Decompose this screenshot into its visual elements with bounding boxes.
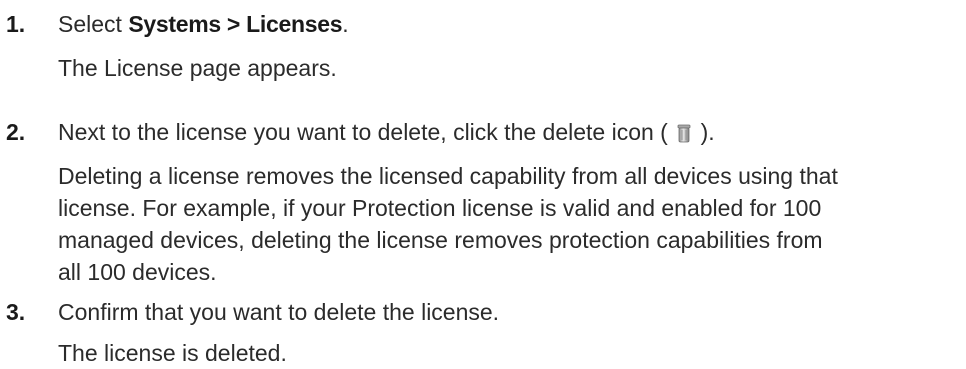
delete-icon	[677, 119, 691, 143]
step-instruction: Confirm that you want to delete the lice…	[58, 299, 500, 325]
step-detail-line: managed devices, deleting the license re…	[58, 227, 823, 253]
step-instruction: Select Systems > Licenses.	[58, 8, 966, 40]
step-number: 3.	[6, 299, 26, 325]
step-detail-line: license. For example, if your Protection…	[58, 195, 822, 221]
instruction-text: Select	[58, 11, 129, 37]
step-detail-line: all 100 devices.	[58, 259, 217, 285]
step-detail-line: Deleting a license removes the licensed …	[58, 163, 838, 189]
step-1: 1. Select Systems > Licenses. The Licens…	[0, 8, 966, 84]
step-result: The License page appears.	[58, 55, 337, 81]
step-2: 2. Next to the license you want to delet…	[0, 116, 966, 288]
menu-path: Systems > Licenses	[128, 11, 343, 37]
instruction-punctuation: .	[342, 11, 349, 37]
instruction-text: Next to the license you want to delete, …	[58, 119, 675, 145]
step-number: 1.	[6, 11, 26, 37]
step-result: The license is deleted.	[58, 340, 287, 366]
step-instruction: Next to the license you want to delete, …	[58, 116, 966, 148]
step-3: 3. Confirm that you want to delete the l…	[0, 296, 966, 369]
step-number: 2.	[6, 119, 26, 145]
instruction-text-end: ).	[694, 119, 715, 145]
